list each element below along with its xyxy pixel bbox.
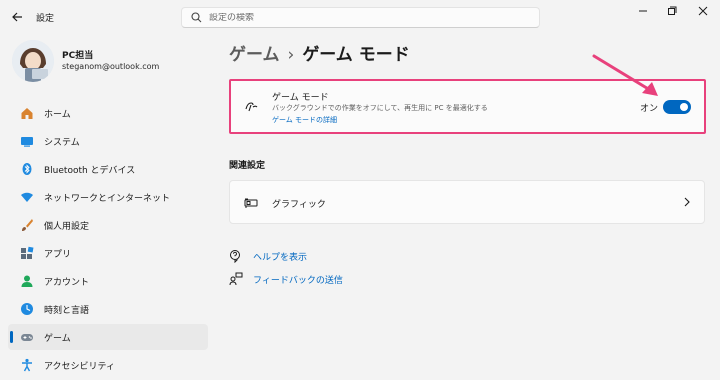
sidebar-item-time-language[interactable]: 時刻と言語 [8, 296, 208, 322]
app-title: 設定 [36, 14, 55, 24]
related-settings-title: 関連設定 [229, 161, 266, 171]
gamepad-icon [20, 330, 34, 344]
sidebar-item-accessibility[interactable]: アクセシビリティ [8, 352, 208, 378]
breadcrumb-parent[interactable]: ゲーム [229, 45, 280, 65]
sidebar-nav: ホーム システム Bluetooth とデバイス ネットワークとインターネット … [8, 100, 208, 380]
feedback-link[interactable]: フィードバックの送信 [229, 272, 343, 286]
maximize-button[interactable] [657, 3, 687, 19]
brush-icon [20, 218, 34, 232]
apps-icon [20, 246, 34, 260]
sidebar-item-label: ゲーム [44, 333, 71, 344]
profile-name: PC担当 [62, 51, 94, 61]
minimize-icon [639, 10, 647, 12]
sidebar-item-label: Bluetooth とデバイス [44, 165, 136, 176]
wifi-icon [20, 190, 34, 204]
bluetooth-icon [20, 162, 34, 176]
graphics-label: グラフィック [272, 200, 326, 210]
search-box[interactable] [181, 7, 540, 28]
sidebar-item-label: ネットワークとインターネット [44, 193, 171, 204]
sidebar-item-system[interactable]: システム [8, 128, 208, 154]
breadcrumb: ゲーム › ゲーム モード [229, 40, 410, 65]
active-indicator [10, 331, 13, 343]
minimize-button[interactable] [628, 3, 658, 19]
highlight-box [229, 79, 706, 134]
chevron-right-icon [681, 195, 693, 209]
close-icon [698, 6, 708, 16]
sidebar-item-label: 時刻と言語 [44, 305, 90, 316]
sidebar-item-label: アクセシビリティ [44, 361, 116, 372]
sidebar-item-label: 個人用設定 [44, 221, 90, 232]
close-button[interactable] [688, 3, 718, 19]
search-input[interactable] [209, 12, 509, 23]
profile-email: steganom@outlook.com [62, 62, 160, 71]
sidebar-item-label: システム [44, 137, 80, 148]
user-profile[interactable]: PC担当 steganom@outlook.com [12, 40, 212, 84]
avatar [12, 40, 54, 82]
get-help-link[interactable]: ヘルプを表示 [229, 249, 307, 263]
sidebar-item-network[interactable]: ネットワークとインターネット [8, 184, 208, 210]
sidebar-item-label: アプリ [44, 249, 72, 260]
breadcrumb-separator: › [287, 45, 295, 65]
graphics-card[interactable]: グラフィック [229, 180, 705, 224]
get-help-label[interactable]: ヘルプを表示 [253, 250, 307, 263]
sidebar-item-label: ホーム [44, 109, 71, 120]
sidebar-item-apps[interactable]: アプリ [8, 240, 208, 266]
back-button[interactable] [8, 8, 26, 26]
restore-icon [668, 6, 677, 15]
search-icon [189, 11, 203, 25]
sidebar-item-gaming[interactable]: ゲーム [8, 324, 208, 350]
system-icon [20, 134, 34, 148]
sidebar-item-label: アカウント [44, 277, 90, 288]
page-title: ゲーム モード [302, 45, 410, 65]
sidebar-item-personalization[interactable]: 個人用設定 [8, 212, 208, 238]
home-icon [20, 106, 34, 120]
feedback-icon [229, 272, 243, 286]
time-language-icon [20, 302, 34, 316]
back-arrow-icon [12, 12, 22, 22]
help-icon [229, 249, 243, 263]
sidebar-item-bluetooth[interactable]: Bluetooth とデバイス [8, 156, 208, 182]
accessibility-icon [20, 358, 34, 372]
sidebar-item-home[interactable]: ホーム [8, 100, 208, 126]
account-icon [20, 274, 34, 288]
graphics-card-icon [244, 196, 258, 210]
feedback-label[interactable]: フィードバックの送信 [253, 273, 343, 286]
title-bar: 設定 [0, 0, 720, 34]
sidebar-item-accounts[interactable]: アカウント [8, 268, 208, 294]
